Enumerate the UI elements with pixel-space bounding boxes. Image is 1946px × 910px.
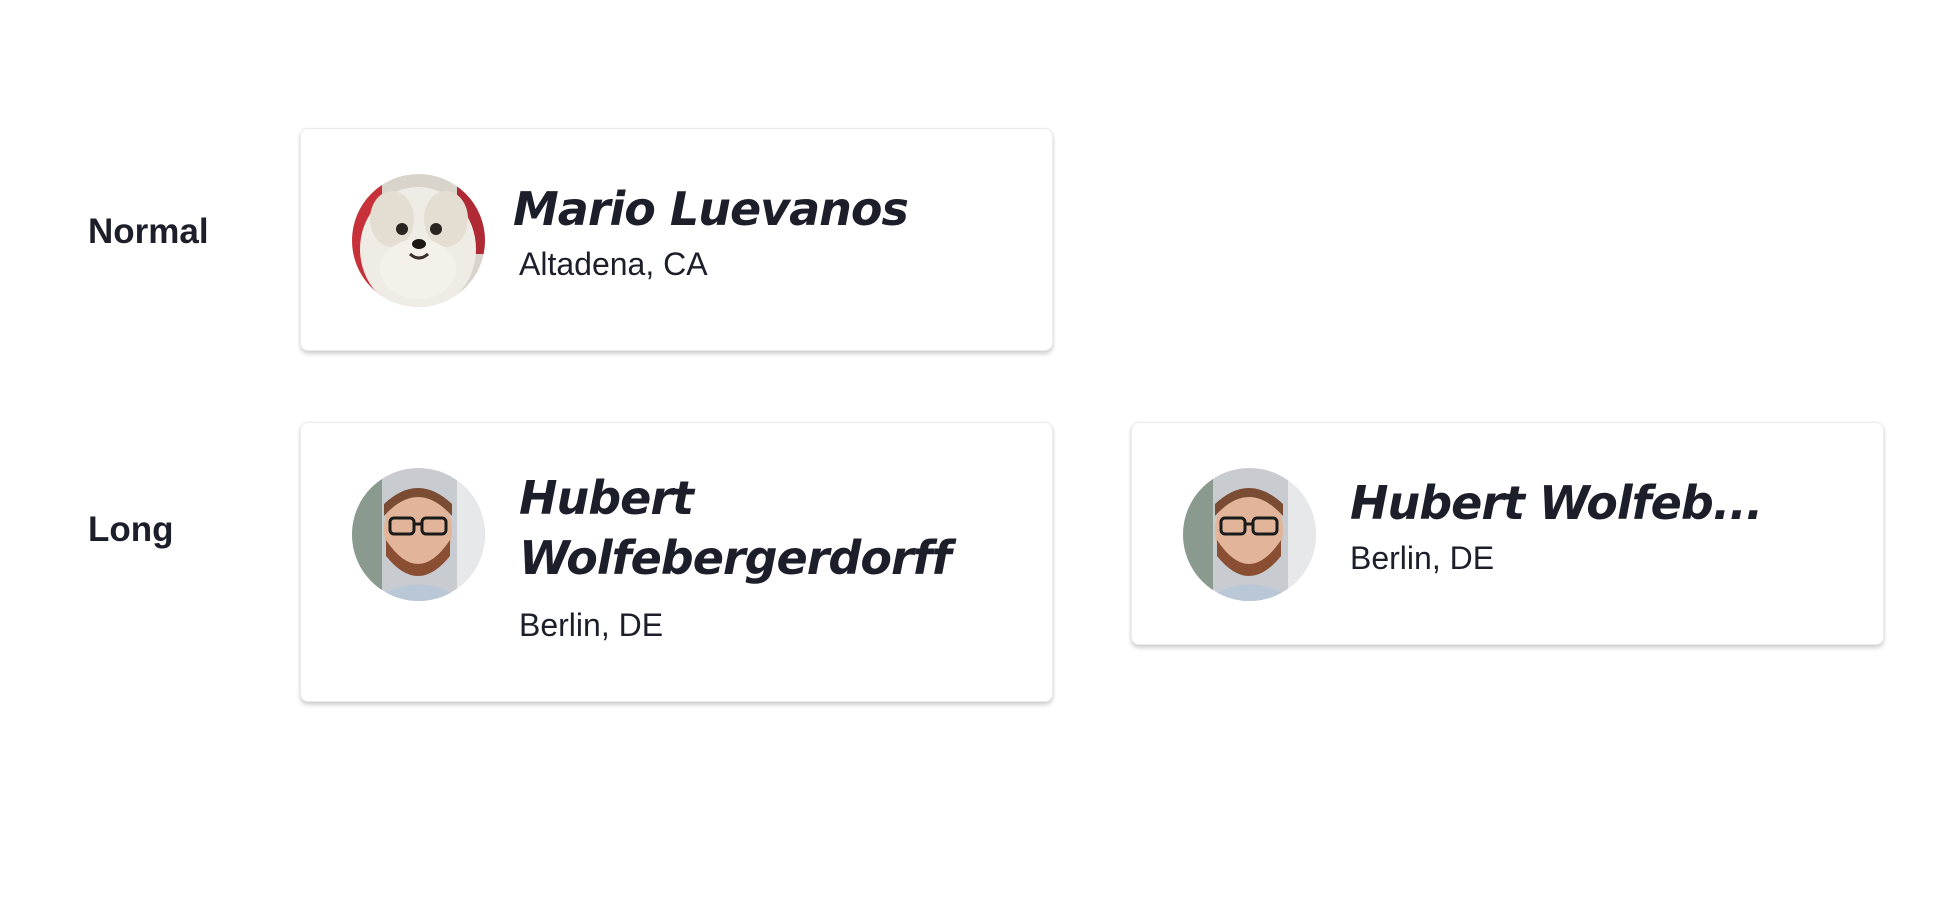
profile-card-long-wrap: Hubert Wolfebergerdorff Berlin, DE bbox=[300, 422, 1053, 702]
profile-name: Hubert Wolfebergerdorff bbox=[519, 471, 952, 585]
avatar bbox=[352, 174, 485, 307]
row-label-long: Long bbox=[88, 510, 174, 549]
profile-name: Hubert Wolfeb... bbox=[1350, 476, 1763, 530]
profile-location: Berlin, DE bbox=[1350, 540, 1495, 576]
row-label-normal: Normal bbox=[88, 212, 209, 251]
profile-card-long-truncated: Hubert Wolfeb... Berlin, DE bbox=[1131, 422, 1884, 645]
profile-name: Mario Luevanos bbox=[513, 182, 909, 236]
avatar bbox=[352, 468, 485, 601]
profile-location: Altadena, CA bbox=[519, 246, 708, 282]
avatar bbox=[1183, 468, 1316, 601]
dog-avatar-icon bbox=[352, 174, 485, 307]
man-avatar-icon bbox=[352, 468, 485, 601]
profile-card-normal: Mario Luevanos Altadena, CA bbox=[300, 128, 1053, 351]
profile-location: Berlin, DE bbox=[519, 607, 664, 643]
man-avatar-icon bbox=[1183, 468, 1316, 601]
